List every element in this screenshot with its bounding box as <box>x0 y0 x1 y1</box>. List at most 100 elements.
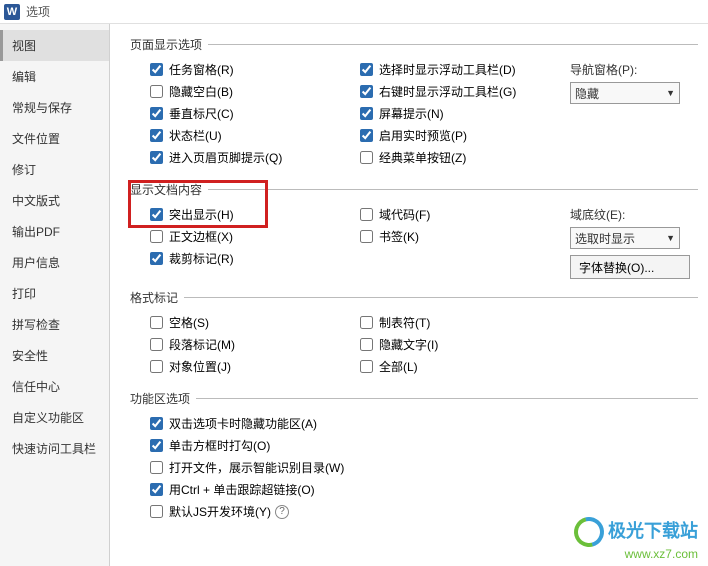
page-display-a-3-checkbox[interactable] <box>150 129 163 142</box>
format-marks-b-2-checkbox[interactable] <box>360 360 373 373</box>
field-shading-label: 域底纹(E): <box>570 206 690 223</box>
format-marks-b-1[interactable]: 隐藏文字(I) <box>360 336 570 353</box>
format-marks-a-1-checkbox[interactable] <box>150 338 163 351</box>
titlebar: W 选项 <box>0 0 708 24</box>
page-display-b-1[interactable]: 右键时显示浮动工具栏(G) <box>360 83 570 100</box>
page-display-a-1[interactable]: 隐藏空白(B) <box>150 83 360 100</box>
doc-content-a-1[interactable]: 正文边框(X) <box>150 228 360 245</box>
page-display-b-3-label: 启用实时预览(P) <box>379 127 467 144</box>
format-marks-b-1-checkbox[interactable] <box>360 338 373 351</box>
ribbon-opt-1[interactable]: 单击方框时打勾(O) <box>150 437 698 454</box>
page-display-b-2-checkbox[interactable] <box>360 107 373 120</box>
page-display-a-4-checkbox[interactable] <box>150 151 163 164</box>
sidebar-item-11[interactable]: 信任中心 <box>0 371 109 402</box>
doc-content-a-0-label: 突出显示(H) <box>169 206 234 223</box>
help-icon[interactable]: ? <box>275 505 289 519</box>
ribbon-opt-2[interactable]: 打开文件，展示智能识别目录(W) <box>150 459 698 476</box>
legend-ribbon: 功能区选项 <box>130 390 196 407</box>
doc-content-a-0-checkbox[interactable] <box>150 208 163 221</box>
app-icon: W <box>4 4 20 20</box>
nav-pane-select[interactable]: 隐藏 ▼ <box>570 82 680 104</box>
doc-content-a-0[interactable]: 突出显示(H) <box>150 206 360 223</box>
page-display-b-0-label: 选择时显示浮动工具栏(D) <box>379 61 516 78</box>
doc-content-b-0-checkbox[interactable] <box>360 208 373 221</box>
page-display-a-2-label: 垂直标尺(C) <box>169 105 234 122</box>
window-title: 选项 <box>26 3 50 20</box>
doc-content-b-1-label: 书签(K) <box>379 228 419 245</box>
format-marks-a-0-checkbox[interactable] <box>150 316 163 329</box>
sidebar-item-5[interactable]: 中文版式 <box>0 185 109 216</box>
format-marks-a-1[interactable]: 段落标记(M) <box>150 336 360 353</box>
ribbon-opt-0[interactable]: 双击选项卡时隐藏功能区(A) <box>150 415 698 432</box>
format-marks-a-2[interactable]: 对象位置(J) <box>150 358 360 375</box>
page-display-b-4-label: 经典菜单按钮(Z) <box>379 149 466 166</box>
content-panel: 页面显示选项 任务窗格(R)隐藏空白(B)垂直标尺(C)状态栏(U)进入页眉页脚… <box>110 24 708 566</box>
nav-pane-value: 隐藏 <box>575 85 599 102</box>
format-marks-b-0-checkbox[interactable] <box>360 316 373 329</box>
format-marks-b-2[interactable]: 全部(L) <box>360 358 570 375</box>
page-display-b-3[interactable]: 启用实时预览(P) <box>360 127 570 144</box>
sidebar-item-6[interactable]: 输出PDF <box>0 216 109 247</box>
field-shading-select[interactable]: 选取时显示 ▼ <box>570 227 680 249</box>
ribbon-opt-3[interactable]: 用Ctrl + 单击跟踪超链接(O) <box>150 481 698 498</box>
page-display-a-0-checkbox[interactable] <box>150 63 163 76</box>
ribbon-opt-2-checkbox[interactable] <box>150 461 163 474</box>
doc-content-b-0[interactable]: 域代码(F) <box>360 206 570 223</box>
ribbon-opt-1-checkbox[interactable] <box>150 439 163 452</box>
sidebar-item-7[interactable]: 用户信息 <box>0 247 109 278</box>
page-display-a-4[interactable]: 进入页眉页脚提示(Q) <box>150 149 360 166</box>
doc-content-b-1-checkbox[interactable] <box>360 230 373 243</box>
page-display-a-1-checkbox[interactable] <box>150 85 163 98</box>
page-display-a-0[interactable]: 任务窗格(R) <box>150 61 360 78</box>
page-display-b-2[interactable]: 屏幕提示(N) <box>360 105 570 122</box>
ribbon-opt-0-checkbox[interactable] <box>150 417 163 430</box>
sidebar-item-9[interactable]: 拼写检查 <box>0 309 109 340</box>
ribbon-opt-0-label: 双击选项卡时隐藏功能区(A) <box>169 415 317 432</box>
sidebar-item-10[interactable]: 安全性 <box>0 340 109 371</box>
page-display-a-4-label: 进入页眉页脚提示(Q) <box>169 149 282 166</box>
sidebar-item-8[interactable]: 打印 <box>0 278 109 309</box>
sidebar-item-12[interactable]: 自定义功能区 <box>0 402 109 433</box>
doc-content-a-2-checkbox[interactable] <box>150 252 163 265</box>
sidebar-item-1[interactable]: 编辑 <box>0 61 109 92</box>
sidebar-item-0[interactable]: 视图 <box>0 30 109 61</box>
format-marks-a-2-checkbox[interactable] <box>150 360 163 373</box>
format-marks-b-0[interactable]: 制表符(T) <box>360 314 570 331</box>
page-display-b-3-checkbox[interactable] <box>360 129 373 142</box>
page-display-b-0-checkbox[interactable] <box>360 63 373 76</box>
sidebar-item-13[interactable]: 快速访问工具栏 <box>0 433 109 464</box>
format-marks-b-1-label: 隐藏文字(I) <box>379 336 438 353</box>
chevron-down-icon: ▼ <box>666 88 675 98</box>
page-display-b-0[interactable]: 选择时显示浮动工具栏(D) <box>360 61 570 78</box>
ribbon-opt-3-label: 用Ctrl + 单击跟踪超链接(O) <box>169 481 315 498</box>
legend-format-marks: 格式标记 <box>130 289 184 306</box>
sidebar-item-3[interactable]: 文件位置 <box>0 123 109 154</box>
page-display-a-2[interactable]: 垂直标尺(C) <box>150 105 360 122</box>
doc-content-a-1-checkbox[interactable] <box>150 230 163 243</box>
legend-doc-content: 显示文档内容 <box>130 181 208 198</box>
format-marks-a-1-label: 段落标记(M) <box>169 336 235 353</box>
format-marks-a-2-label: 对象位置(J) <box>169 358 231 375</box>
ribbon-opt-2-label: 打开文件，展示智能识别目录(W) <box>169 459 344 476</box>
group-doc-content: 显示文档内容 突出显示(H) 正文边框(X) 裁剪标记(R) 域代码(F) 书签(K)… <box>130 181 698 279</box>
page-display-a-3[interactable]: 状态栏(U) <box>150 127 360 144</box>
doc-content-b-1[interactable]: 书签(K) <box>360 228 570 245</box>
format-marks-b-0-label: 制表符(T) <box>379 314 430 331</box>
doc-content-b-0-label: 域代码(F) <box>379 206 430 223</box>
page-display-b-4[interactable]: 经典菜单按钮(Z) <box>360 149 570 166</box>
page-display-a-2-checkbox[interactable] <box>150 107 163 120</box>
group-ribbon-options: 功能区选项 双击选项卡时隐藏功能区(A) 单击方框时打勾(O) 打开文件，展示智能识… <box>130 390 698 525</box>
page-display-b-1-checkbox[interactable] <box>360 85 373 98</box>
doc-content-a-2[interactable]: 裁剪标记(R) <box>150 250 360 267</box>
format-marks-a-0[interactable]: 空格(S) <box>150 314 360 331</box>
font-substitution-button[interactable]: 字体替换(O)... <box>570 255 690 279</box>
ribbon-opt-4-label: 默认JS开发环境(Y) <box>169 503 271 520</box>
group-page-display: 页面显示选项 任务窗格(R)隐藏空白(B)垂直标尺(C)状态栏(U)进入页眉页脚… <box>130 36 698 171</box>
sidebar-item-2[interactable]: 常规与保存 <box>0 92 109 123</box>
ribbon-opt-3-checkbox[interactable] <box>150 483 163 496</box>
page-display-b-4-checkbox[interactable] <box>360 151 373 164</box>
sidebar-item-4[interactable]: 修订 <box>0 154 109 185</box>
ribbon-opt-4-checkbox[interactable] <box>150 505 163 518</box>
ribbon-opt-4[interactable]: 默认JS开发环境(Y)? <box>150 503 698 520</box>
page-display-a-3-label: 状态栏(U) <box>169 127 222 144</box>
